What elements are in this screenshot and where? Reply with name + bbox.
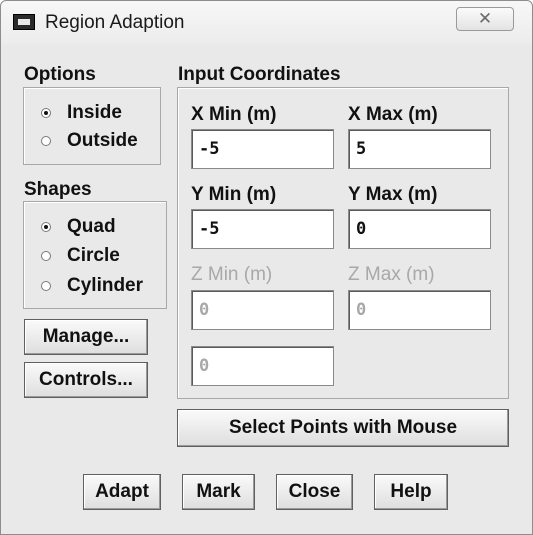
- y-min-label: Y Min (m): [191, 184, 277, 205]
- title-bar[interactable]: Region Adaption ✕: [1, 1, 532, 45]
- options-label: Options: [24, 64, 96, 85]
- options-group: [23, 87, 161, 165]
- z-min-label: Z Min (m): [191, 264, 273, 285]
- x-max-field[interactable]: 5: [348, 129, 491, 169]
- shapes-label: Shapes: [24, 179, 92, 200]
- z-max-label: Z Max (m): [348, 264, 435, 285]
- region-adaption-dialog: Region Adaption ✕ Options Inside Outside…: [0, 0, 533, 535]
- y-max-field[interactable]: 0: [348, 209, 491, 249]
- radio-selected-icon: [41, 222, 51, 232]
- close-icon: ✕: [477, 9, 493, 28]
- x-min-label: X Min (m): [191, 104, 277, 125]
- radio-unselected-icon: [41, 251, 51, 261]
- y-min-field[interactable]: -5: [191, 209, 334, 249]
- app-icon: [13, 14, 35, 30]
- radius-field: 0: [191, 346, 334, 386]
- z-min-field: 0: [191, 290, 334, 330]
- z-max-field: 0: [348, 290, 491, 330]
- x-min-field[interactable]: -5: [191, 129, 334, 169]
- input-coordinates-label: Input Coordinates: [178, 64, 341, 85]
- close-window-button[interactable]: ✕: [456, 7, 514, 31]
- adapt-button[interactable]: Adapt: [83, 474, 161, 510]
- radio-selected-icon: [41, 108, 51, 118]
- manage-button[interactable]: Manage...: [24, 319, 148, 355]
- close-button[interactable]: Close: [276, 474, 353, 510]
- radio-unselected-icon: [41, 136, 51, 146]
- select-points-with-mouse-button[interactable]: Select Points with Mouse: [177, 409, 509, 447]
- x-max-label: X Max (m): [348, 104, 438, 125]
- window-title: Region Adaption: [45, 12, 185, 33]
- y-max-label: Y Max (m): [348, 184, 438, 205]
- mark-button[interactable]: Mark: [182, 474, 255, 510]
- help-button[interactable]: Help: [374, 474, 448, 510]
- radio-unselected-icon: [41, 281, 51, 291]
- controls-button[interactable]: Controls...: [24, 362, 148, 398]
